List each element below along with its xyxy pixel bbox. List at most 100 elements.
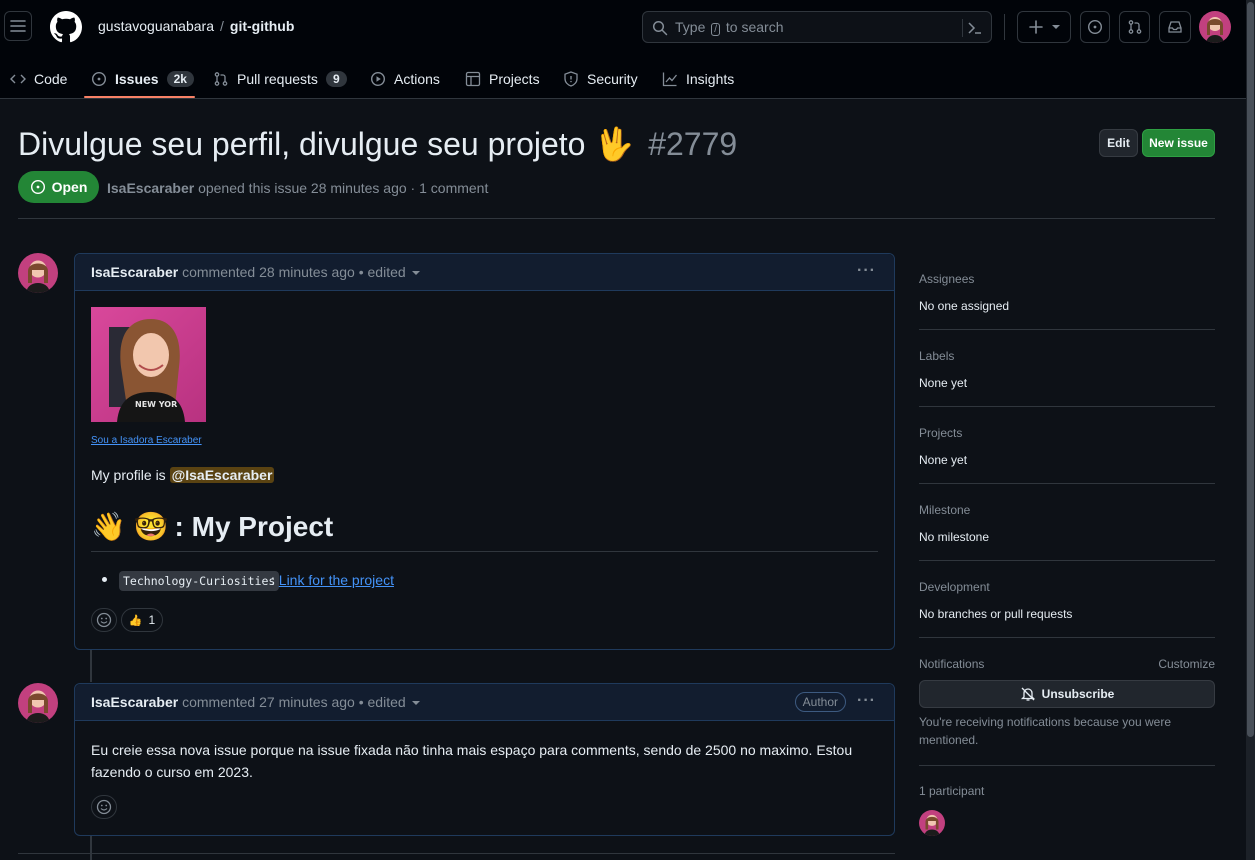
sidebar-milestone[interactable]: Milestone No milestone [919,503,1215,544]
sidebar-heading: Milestone [919,503,971,517]
github-logo-icon[interactable] [50,11,82,43]
tab-issues[interactable]: Issues 2k [91,60,194,98]
reaction-count: 1 [148,613,156,627]
comment-timestamp[interactable]: commented 28 minutes ago • edited [182,264,406,280]
issue-author-link[interactable]: IsaEscaraber [107,180,194,196]
command-palette-icon[interactable] [967,20,983,36]
new-issue-button[interactable]: New issue [1142,129,1215,157]
menu-button[interactable] [4,11,32,41]
tab-code[interactable]: Code [10,60,67,98]
image-caption-link[interactable]: Sou a Isadora Escaraber [91,435,202,446]
add-reaction-button[interactable] [91,795,117,819]
repo-name-link[interactable]: git-github [230,18,295,34]
avatar[interactable] [18,683,58,723]
tab-label: Actions [394,71,440,87]
tab-counter: 9 [325,71,347,87]
comment-meta: IsaEscaraber commented 27 minutes ago • … [91,694,420,710]
scrollbar-thumb[interactable] [1247,2,1254,737]
kebab-menu-icon[interactable]: ··· [857,692,876,710]
sidebar-heading: Labels [919,349,955,363]
sidebar-divider [919,637,1215,638]
issue-opened-icon [91,71,107,87]
chevron-down-icon[interactable] [411,271,420,276]
sidebar-divider [919,765,1215,766]
participant-avatar[interactable] [919,810,945,836]
chevron-down-icon[interactable] [411,701,420,706]
tab-projects[interactable]: Projects [465,60,540,98]
user-avatar[interactable] [1199,11,1231,43]
tab-pull-requests[interactable]: Pull requests 9 [213,60,347,98]
sidebar-heading: Assignees [919,272,975,286]
heading-rule [91,551,878,552]
graph-icon [662,72,678,87]
sidebar-assignees[interactable]: Assignees No one assigned [919,272,1215,313]
tab-counter: 2k [166,71,194,87]
comment-header: IsaEscaraber commented 27 minutes ago • … [75,684,894,721]
tab-insights[interactable]: Insights [662,60,734,98]
top-bar: gustavoguanabara / git-github Type / to se… [0,0,1255,99]
status-label: Open [51,179,88,195]
sidebar-heading: Development [919,580,990,594]
issue-number: #2779 [648,126,738,162]
create-new-button[interactable] [1017,11,1071,43]
bell-slash-icon [1020,687,1035,701]
issue-opened-icon [1087,19,1103,35]
comment-author-link[interactable]: IsaEscaraber [91,264,178,280]
hamburger-icon [10,20,26,32]
inline-code: Technology-Curiosities [119,571,280,591]
tab-actions[interactable]: Actions [370,60,440,98]
pull-request-icon [1128,20,1141,34]
sidebar-value: None yet [919,453,968,467]
search-input[interactable]: Type / to search [642,11,992,43]
comment-meta: IsaEscaraber commented 28 minutes ago • … [91,264,420,280]
edit-button[interactable]: Edit [1099,129,1138,157]
search-icon [652,20,668,36]
tab-security[interactable]: Security [563,60,638,98]
issue-title-text: Divulgue seu perfil, divulgue seu projet… [18,126,635,162]
sidebar-divider [919,483,1215,484]
profile-line: My profile is @IsaEscaraber [91,467,275,483]
sidebar-divider [919,329,1215,330]
tab-label: Pull requests [237,71,318,87]
inbox-button[interactable] [1159,11,1191,43]
inbox-icon [1168,21,1182,33]
notification-reason: You're receiving notifications because y… [919,715,1171,747]
thumbs-up-reaction[interactable]: 👍 1 [121,608,163,632]
status-badge: Open [18,171,99,203]
issue-title: Divulgue seu perfil, divulgue seu projet… [18,125,737,163]
comment-timestamp[interactable]: commented 27 minutes ago • edited [182,694,406,710]
toolbar-divider [1004,14,1005,40]
repo-owner-link[interactable]: gustavoguanabara [98,18,214,34]
user-mention-link[interactable]: @IsaEscaraber [169,467,275,483]
unsubscribe-button[interactable]: Unsubscribe [919,680,1215,708]
profile-photo[interactable]: NEW YOR [91,307,206,422]
search-divider [962,19,963,37]
sidebar-labels[interactable]: Labels None yet [919,349,1215,390]
repo-tabs: Code Issues 2k Pull requests 9 Actions P… [0,60,1255,98]
table-icon [465,71,481,87]
page-scrollbar[interactable] [1246,0,1255,860]
tab-label: Issues [115,71,159,87]
add-reaction-button[interactable] [91,608,117,632]
code-icon [10,74,26,84]
customize-link[interactable]: Customize [1158,657,1215,671]
sidebar-projects[interactable]: Projects None yet [919,426,1215,467]
sidebar-development[interactable]: Development No branches or pull requests [919,580,1215,621]
comment-author-link[interactable]: IsaEscaraber [91,694,178,710]
issues-button[interactable] [1080,11,1110,43]
sidebar-value: No milestone [919,530,990,544]
kebab-menu-icon[interactable]: ··· [857,262,876,280]
sidebar-participants: 1 participant [919,784,1215,798]
svg-text:NEW YOR: NEW YOR [135,400,177,409]
avatar[interactable] [18,253,58,293]
profile-text: My profile is [91,467,166,483]
sidebar-divider [919,560,1215,561]
issue-opened-icon [30,179,45,195]
comment-box: IsaEscaraber commented 27 minutes ago • … [74,683,895,836]
project-link[interactable]: Link for the project [279,572,394,588]
search-key-hint: / [711,23,721,36]
pull-requests-button[interactable] [1119,11,1150,43]
tab-label: Insights [686,71,735,87]
heading-emojis: 👋 🤓 [91,511,169,542]
tab-label: Code [34,71,68,87]
